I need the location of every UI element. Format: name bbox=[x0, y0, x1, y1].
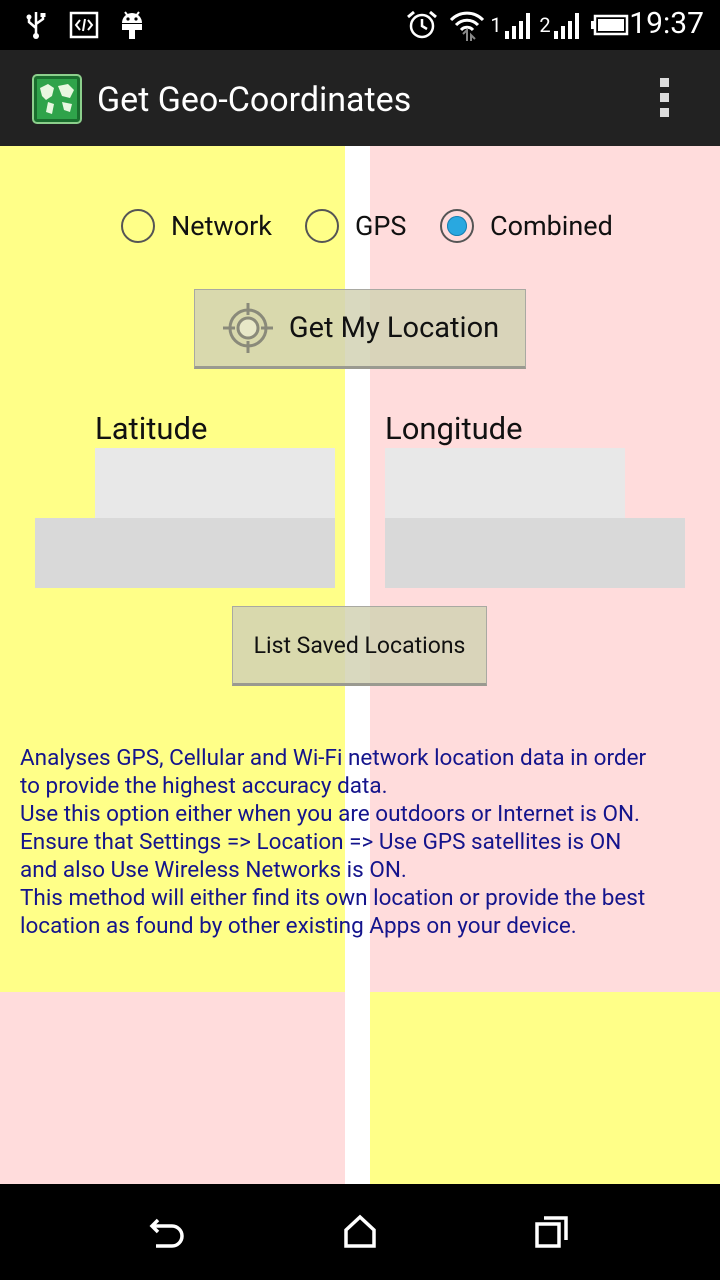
list-saved-locations-button[interactable]: List Saved Locations bbox=[232, 606, 487, 686]
battery-icon bbox=[590, 8, 630, 42]
help-line: to provide the highest accuracy data. bbox=[20, 773, 388, 799]
help-line: and also Use Wireless Networks is ON. bbox=[20, 857, 407, 883]
radio-combined-label[interactable]: Combined bbox=[490, 210, 613, 242]
help-line: This method will either find its own loc… bbox=[20, 885, 646, 911]
help-line: location as found by other existing Apps… bbox=[20, 913, 577, 939]
back-icon[interactable] bbox=[146, 1212, 188, 1252]
longitude-field[interactable] bbox=[385, 518, 685, 588]
longitude-label: Longitude bbox=[385, 410, 523, 447]
latitude-label: Latitude bbox=[95, 410, 208, 447]
usb-icon bbox=[22, 8, 50, 42]
latitude-field[interactable] bbox=[35, 518, 335, 588]
radio-combined[interactable] bbox=[440, 209, 474, 243]
status-time: 19:37 bbox=[629, 6, 704, 41]
yellow-panel-bottom-right bbox=[370, 992, 720, 1184]
alarm-icon bbox=[404, 8, 440, 42]
longitude-upper-box bbox=[385, 448, 625, 518]
help-line: Use this option either when you are outd… bbox=[20, 801, 640, 827]
status-bar: 1 2 19:37 bbox=[0, 0, 720, 50]
navigation-bar bbox=[0, 1184, 720, 1280]
crosshair-target-icon bbox=[221, 301, 275, 355]
radio-gps[interactable] bbox=[305, 209, 339, 243]
android-icon bbox=[116, 8, 148, 42]
recents-icon[interactable] bbox=[534, 1214, 570, 1250]
home-icon[interactable] bbox=[342, 1212, 378, 1252]
list-saved-locations-label: List Saved Locations bbox=[253, 631, 466, 659]
developer-code-icon bbox=[68, 8, 100, 42]
radio-network[interactable] bbox=[121, 209, 155, 243]
wifi-icon bbox=[448, 8, 486, 42]
help-line: Ensure that Settings => Location => Use … bbox=[20, 829, 622, 855]
get-my-location-label: Get My Location bbox=[288, 311, 500, 345]
radio-network-label[interactable]: Network bbox=[171, 210, 272, 242]
help-line: Analyses GPS, Cellular and Wi-Fi network… bbox=[20, 745, 647, 771]
overflow-menu-icon[interactable] bbox=[652, 78, 676, 122]
help-text: Analyses GPS, Cellular and Wi-Fi network… bbox=[20, 744, 710, 940]
pink-panel-bottom-left bbox=[0, 992, 345, 1184]
radio-gps-label[interactable]: GPS bbox=[355, 210, 406, 242]
app-title: Get Geo-Coordinates bbox=[97, 80, 412, 120]
main-content: Network GPS Combined Get My Location Lat… bbox=[0, 146, 720, 1184]
signal-2-icon: 2 bbox=[538, 8, 584, 42]
action-bar: Get Geo-Coordinates bbox=[0, 50, 720, 146]
sim-1-label: 1 bbox=[490, 13, 502, 37]
signal-1-icon: 1 bbox=[490, 8, 534, 42]
latitude-upper-box bbox=[95, 448, 335, 518]
world-map-icon[interactable] bbox=[32, 74, 82, 124]
sim-2-label: 2 bbox=[539, 13, 551, 37]
get-my-location-button[interactable]: Get My Location bbox=[194, 289, 526, 369]
